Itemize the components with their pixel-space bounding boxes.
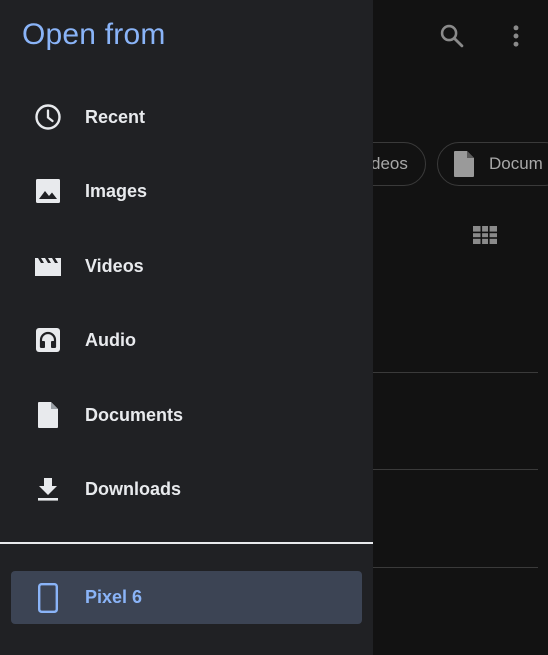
- list-divider: [372, 372, 538, 373]
- drawer-item-pixel-6[interactable]: Pixel 6: [11, 571, 362, 624]
- drawer-item-label: Downloads: [85, 478, 182, 499]
- download-icon: [34, 475, 62, 503]
- chip-label: Docum: [489, 154, 543, 173]
- phone-icon: [36, 582, 60, 613]
- list-divider: [372, 567, 538, 568]
- headphones-icon: [34, 326, 62, 354]
- drawer-item-label: Audio: [85, 329, 136, 350]
- drawer-divider: [0, 542, 373, 544]
- document-icon: [34, 401, 62, 429]
- drawer-item-label: Videos: [85, 255, 144, 276]
- clock-icon: [34, 103, 62, 131]
- drawer-item-label: Documents: [85, 404, 184, 425]
- image-icon: [34, 177, 62, 205]
- list-divider: [372, 469, 538, 470]
- grid-view-icon[interactable]: [472, 224, 498, 246]
- drawer-item-videos[interactable]: Videos: [0, 236, 373, 296]
- drawer-item-downloads[interactable]: Downloads: [0, 459, 373, 519]
- filter-chip-documents[interactable]: Docum: [437, 142, 548, 186]
- navigation-drawer: Open from Recent Images Videos Audio Doc…: [0, 0, 373, 655]
- drawer-item-recent[interactable]: Recent: [0, 87, 373, 147]
- drawer-item-documents[interactable]: Documents: [0, 385, 373, 445]
- drawer-title: Open from: [22, 18, 166, 51]
- document-icon: [454, 151, 474, 177]
- drawer-item-label: Recent: [85, 106, 146, 127]
- drawer-item-label: Pixel 6: [85, 587, 143, 607]
- drawer-item-images[interactable]: Images: [0, 161, 373, 221]
- chip-label: deos: [371, 154, 408, 173]
- movie-icon: [34, 252, 62, 280]
- drawer-item-audio[interactable]: Audio: [0, 310, 373, 370]
- more-vert-icon[interactable]: [502, 22, 530, 50]
- search-icon[interactable]: [438, 22, 466, 50]
- drawer-item-label: Images: [85, 180, 148, 201]
